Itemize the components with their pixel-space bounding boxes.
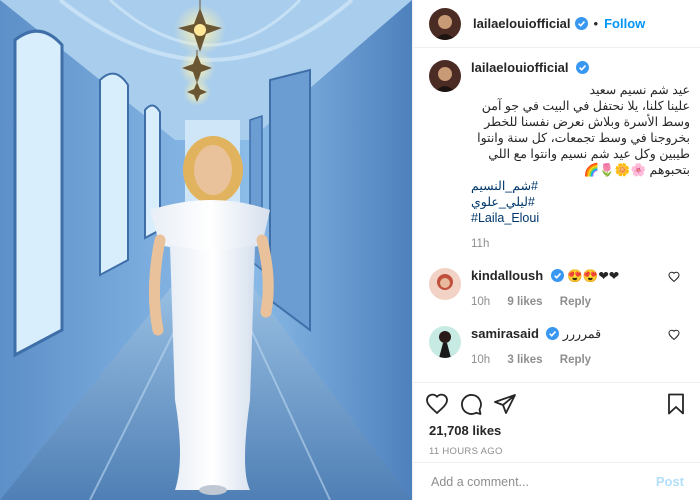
comment-row: samirasaid قمرررر 10h 3 likes Reply xyxy=(429,326,690,368)
commenter-username[interactable]: samirasaid xyxy=(471,326,539,341)
add-comment-bar: Post xyxy=(413,462,700,500)
instagram-post-view: lailaelouiofficial • Follow lailaelouiof… xyxy=(0,0,700,500)
commenter-avatar[interactable] xyxy=(429,326,461,358)
comment-icon[interactable] xyxy=(459,392,483,416)
caption-text: عيد شم نسيم سعيد علينا كلنا، يلا نحتفل ف… xyxy=(471,82,690,178)
caption-time[interactable]: 11h xyxy=(471,238,489,250)
corridor-image xyxy=(0,0,412,500)
caption-line: عيد شم نسيم سعيد xyxy=(589,83,690,97)
comments-section: lailaelouiofficial عيد شم نسيم سعيد علين… xyxy=(429,60,690,368)
caption-line: وسط الأسرة وبلاش نعرض نفسنا للخطر xyxy=(484,115,690,129)
author-username[interactable]: lailaelouiofficial xyxy=(473,16,571,31)
likes-count[interactable]: 21,708 likes xyxy=(429,423,501,438)
bookmark-icon[interactable] xyxy=(664,392,688,416)
reply-button[interactable]: Reply xyxy=(560,354,591,366)
comment-time[interactable]: 10h xyxy=(471,296,490,308)
verified-badge-icon xyxy=(546,327,560,340)
verified-badge-icon xyxy=(576,61,590,74)
hashtag-link[interactable]: #Laila_Eloui xyxy=(471,210,690,226)
reply-button[interactable]: Reply xyxy=(560,296,591,308)
comment-time[interactable]: 10h xyxy=(471,354,490,366)
separator-dot: • xyxy=(593,16,599,31)
heart-icon[interactable] xyxy=(668,329,680,341)
caption-line: بتحبوهم 🌸🌼🌷🌈 xyxy=(583,163,690,177)
post-photo[interactable] xyxy=(0,0,412,500)
heart-icon[interactable] xyxy=(668,271,680,283)
verified-badge-icon xyxy=(550,269,564,282)
share-icon[interactable] xyxy=(493,392,517,416)
verified-badge-icon xyxy=(574,17,588,30)
hashtag-link[interactable]: #ليلي_علوي xyxy=(471,194,690,210)
caption-row: lailaelouiofficial عيد شم نسيم سعيد علين… xyxy=(429,60,690,252)
actions-divider xyxy=(413,382,700,383)
commenter-avatar[interactable] xyxy=(429,268,461,300)
caption-line: علينا كلنا، يلا نحتفل في البيت في جو آمن xyxy=(481,99,690,113)
caption-avatar[interactable] xyxy=(429,60,461,92)
post-comment-button[interactable]: Post xyxy=(656,474,684,489)
comment-likes[interactable]: 3 likes xyxy=(507,354,542,366)
hashtag-link[interactable]: #شم_النسيم xyxy=(471,178,690,194)
add-comment-input[interactable] xyxy=(429,473,656,490)
commenter-username[interactable]: kindalloush xyxy=(471,268,543,283)
caption-line: طيبين وكل عيد شم نسيم وانتوا مع اللي xyxy=(488,147,690,161)
post-timestamp[interactable]: 11 HOURS AGO xyxy=(429,446,503,457)
comment-likes[interactable]: 9 likes xyxy=(507,296,542,308)
caption-line: بخروجنا في وسط تجمعات، كل سنة وانتوا xyxy=(477,131,690,145)
post-header: lailaelouiofficial • Follow xyxy=(413,0,700,48)
author-avatar[interactable] xyxy=(429,7,461,40)
heart-icon[interactable] xyxy=(425,392,449,416)
comment-text: قمرررر xyxy=(562,327,602,341)
comment-text: 😍😍❤❤ xyxy=(567,269,620,283)
follow-button[interactable]: Follow xyxy=(604,16,645,31)
caption-username[interactable]: lailaelouiofficial xyxy=(471,60,569,75)
action-bar xyxy=(425,392,688,416)
comment-row: kindalloush 😍😍❤❤ 10h 9 likes Reply xyxy=(429,268,690,310)
post-sidebar: lailaelouiofficial • Follow lailaelouiof… xyxy=(412,0,700,500)
